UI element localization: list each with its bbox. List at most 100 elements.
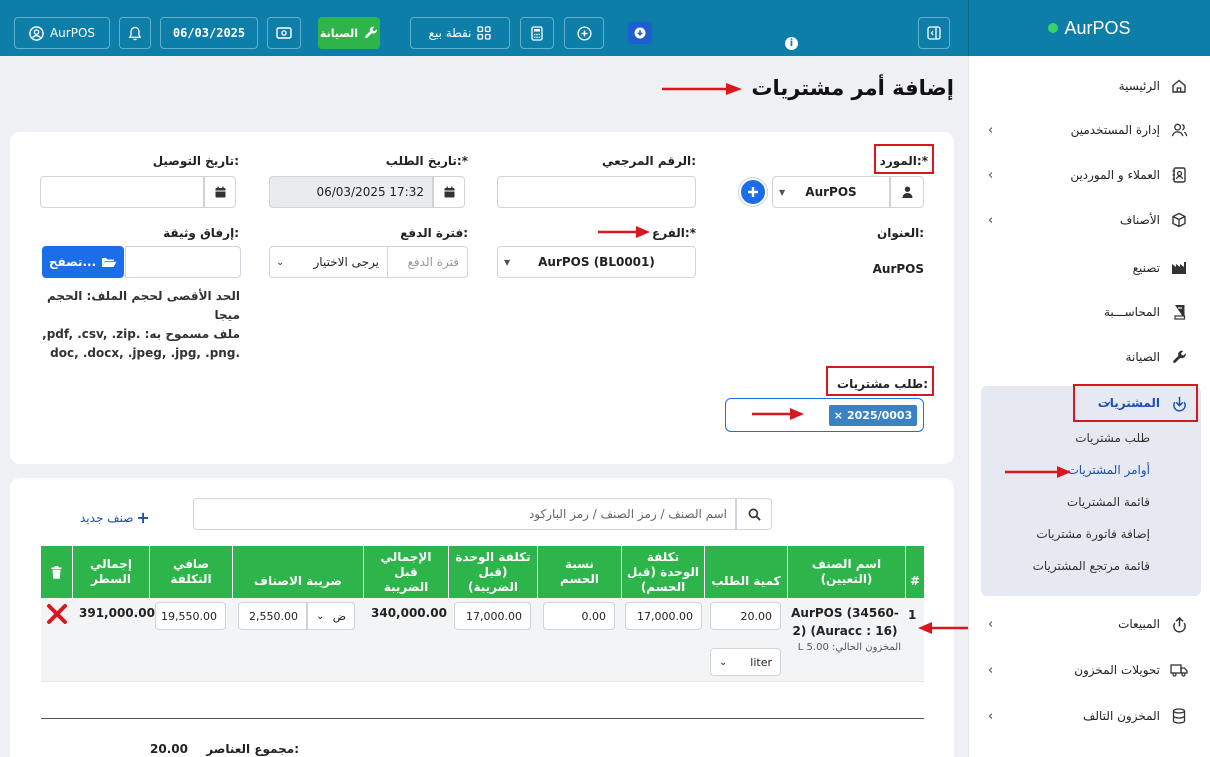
annotation-box-supplier — [874, 144, 934, 174]
sidebar-subitem-add-purchase-invoice[interactable]: إضافة فاتورة مشتريات — [1036, 527, 1150, 541]
calendar-addon — [433, 176, 465, 208]
sidebar-item-label: تحويلات المخزون — [1074, 663, 1160, 677]
sidebar-subitem-purchase-list[interactable]: قائمة المشتريات — [1067, 495, 1150, 509]
order-date-input[interactable]: 06/03/2025 17:32 — [269, 176, 433, 208]
sidebar-item-sales[interactable]: المبيعات ‹ — [988, 614, 1188, 634]
order-date-value: 06/03/2025 17:32 — [316, 185, 424, 199]
total-items-value: 20.00 — [150, 742, 188, 756]
database-icon — [1170, 707, 1188, 725]
annotation-arrow — [598, 226, 650, 238]
sidebar-subitem-purchase-returns[interactable]: قائمة مرتجع المشتريات — [1033, 559, 1150, 573]
sidebar-item-label: إدارة المستخدمين — [1070, 123, 1160, 137]
sidebar-toggle-icon — [927, 26, 941, 40]
toggle-sidebar-button[interactable] — [918, 17, 950, 49]
chevron-left-icon: ‹ — [988, 708, 994, 724]
current-stock: المخزون الحالي: L 5.00 — [797, 642, 901, 653]
wrench-icon — [365, 26, 377, 39]
delivery-date-input[interactable] — [40, 176, 204, 208]
truck-icon — [1170, 661, 1188, 679]
discount-value: 0.00 — [581, 609, 607, 623]
delete-row-button[interactable] — [46, 603, 68, 625]
sidebar-item-accounting[interactable]: المحاســـبة — [988, 302, 1188, 322]
pay-term-placeholder: فترة الدفع — [407, 255, 460, 269]
chevron-left-icon: ‹ — [988, 167, 994, 183]
calculator-button[interactable] — [520, 17, 554, 49]
net-cost-input[interactable]: 19,550.00 — [155, 602, 226, 630]
unit-select[interactable]: ⌄ liter — [710, 648, 781, 676]
chevron-left-icon: ‹ — [988, 662, 994, 678]
notifications-button[interactable] — [119, 17, 151, 49]
unit-cost-input[interactable]: 17,000.00 — [625, 602, 702, 630]
supplier-select[interactable]: ▼ AurPOS — [772, 176, 890, 208]
add-button[interactable] — [564, 17, 604, 49]
purchase-order-form-card: المورد:* الرقم المرجعي: تاريخ الطلب:* تا… — [10, 132, 954, 464]
table-row: 1 AurPOS (34560-2) (Auracc : 16) المخزون… — [41, 598, 924, 682]
reference-label: الرقم المرجعي: — [601, 154, 696, 168]
purchase-request-tag[interactable]: × 2025/0003 — [829, 405, 917, 426]
new-item-link[interactable]: صنف جديد + — [80, 508, 150, 527]
pay-term-input[interactable]: فترة الدفع — [387, 246, 468, 278]
sidebar-item-label: تصنيع — [1132, 261, 1160, 275]
close-icon — [47, 604, 67, 624]
attach-document-label: إرفاق وثيقة: — [163, 226, 239, 240]
user-circle-icon — [29, 25, 44, 41]
items-card: صنف جديد + اسم الصنف / رمز الصنف / رمز ا… — [10, 478, 954, 757]
sidebar-item-label: المخزون التالف — [1082, 709, 1160, 723]
sidebar-item-manufacturing[interactable]: تصنيع — [988, 258, 1188, 278]
branch-value: AurPOS (BL0001) — [538, 255, 655, 269]
grid-icon — [477, 26, 492, 40]
sidebar-item-home[interactable]: الرئيسية — [988, 76, 1188, 96]
col-header-net-cost: صافي التكلفة — [149, 546, 232, 598]
product-search-input[interactable]: اسم الصنف / رمز الصنف / رمز الباركود — [193, 498, 736, 530]
tag-remove-icon[interactable]: × — [834, 409, 843, 422]
plus-circle-icon — [576, 25, 592, 41]
page-title: إضافة أمر مشتريات — [751, 76, 954, 100]
sidebar-subitem-purchase-orders[interactable]: أوامر المشتريات — [1068, 463, 1151, 477]
pay-term-type-select[interactable]: ⌄ يرجى الاختيار — [269, 246, 388, 278]
cost-before-tax-input[interactable]: 17,000.00 — [454, 602, 531, 630]
col-header-delete — [41, 546, 72, 598]
branch-label: الفرع:* — [652, 226, 696, 240]
unit-value: liter — [750, 655, 772, 669]
address-value: AurPOS — [872, 262, 924, 276]
date-text: 06/03/2025 — [172, 26, 246, 40]
address-label: العنوان: — [877, 226, 924, 240]
sidebar-item-label: الصيانة — [1125, 350, 1160, 364]
discount-input[interactable]: 0.00 — [543, 602, 615, 630]
tax-amount-input[interactable]: 2,550.00 — [238, 602, 307, 630]
download-app-button[interactable] — [628, 22, 652, 44]
col-header-total-before-tax: الإجمالي قبل الضريبة — [363, 546, 448, 598]
unit-cost-value: 17,000.00 — [637, 609, 693, 623]
sidebar-item-products[interactable]: الأصناف ‹ — [988, 210, 1188, 230]
sidebar-item-stock-transfers[interactable]: تحويلات المخزون ‹ — [988, 660, 1188, 680]
reference-input[interactable] — [497, 176, 696, 208]
annotation-box-purchase-request — [826, 366, 934, 396]
tax-select[interactable]: ⌄ ض — [307, 602, 355, 630]
search-addon[interactable] — [736, 498, 772, 530]
add-supplier-button[interactable] — [739, 178, 767, 206]
brand-header[interactable]: AurPOS — [968, 0, 1210, 56]
info-icon[interactable]: i — [785, 37, 798, 50]
chevron-down-icon: ⌄ — [276, 256, 285, 268]
user-menu-button[interactable]: AurPOS — [14, 17, 110, 49]
browse-label: تصفح... — [48, 255, 97, 269]
plus-icon — [748, 187, 758, 197]
sidebar-item-contacts[interactable]: العملاء و الموردين ‹ — [988, 165, 1188, 185]
maintenance-label: الصيانة — [319, 26, 359, 40]
sidebar-item-maintenance[interactable]: الصيانة — [988, 347, 1188, 367]
pos-button[interactable]: نقطة بيع — [410, 17, 510, 49]
branch-select[interactable]: ▼ AurPOS (BL0001) — [497, 246, 696, 278]
total-items-label: مجموع العناصر: — [206, 742, 299, 756]
sidebar-item-users[interactable]: إدارة المستخدمين ‹ — [988, 120, 1188, 140]
allowed-types-note-2: .doc, .docx, .jpeg, .jpg, .png — [50, 346, 240, 360]
sidebar-item-damaged-stock[interactable]: المخزون التالف ‹ — [988, 706, 1188, 726]
maintenance-button[interactable]: الصيانة — [318, 17, 380, 49]
cash-register-button[interactable] — [267, 17, 301, 49]
folder-open-icon — [102, 258, 117, 267]
browse-button[interactable]: تصفح... — [42, 246, 124, 278]
items-table: # اسم الصنف (التعيين) كمية الطلب تكلفة ا… — [41, 546, 924, 682]
item-name: AurPOS (34560-2) (Auracc : 16) — [791, 606, 899, 638]
file-input[interactable] — [125, 246, 241, 278]
sidebar-subitem-purchase-request[interactable]: طلب مشتريات — [1075, 431, 1150, 445]
quantity-input[interactable]: 20.00 — [710, 602, 781, 630]
